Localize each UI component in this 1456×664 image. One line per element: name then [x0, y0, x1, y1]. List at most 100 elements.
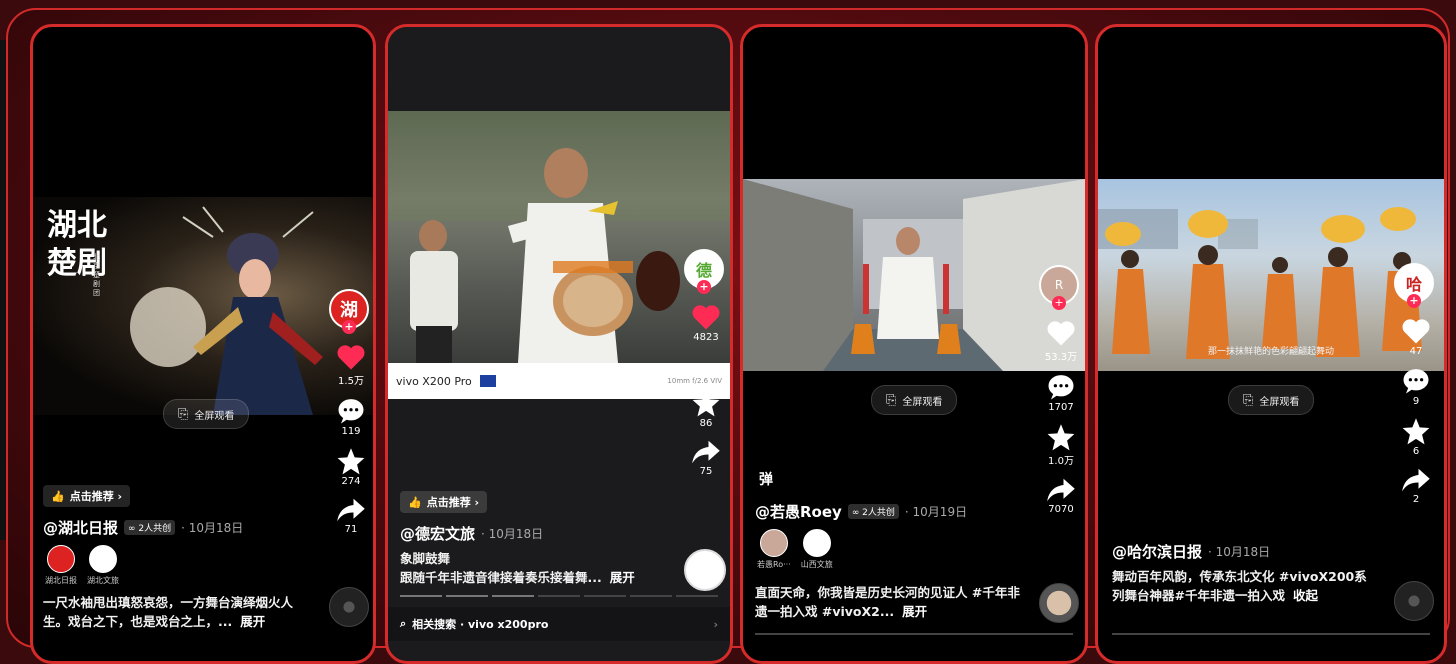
video-caption: 舞动百年风韵，传承东北文化 #vivoX200系列舞台神器#千年非遗一拍入戏 收起 [1112, 567, 1374, 605]
coauthor-item[interactable]: 山西文旅 [801, 529, 833, 570]
share-count: 71 [344, 524, 358, 535]
related-search-bar[interactable]: ⌕ 相关搜索 · vivo x200pro › [388, 607, 730, 641]
author-avatar[interactable]: 哈 + [1394, 263, 1434, 308]
thumbs-up-icon: 👍 [408, 495, 422, 509]
progress-bar[interactable] [755, 633, 1073, 635]
coauthor-item[interactable]: 若愚Ro··· [757, 529, 791, 570]
author-name[interactable]: @哈尔滨日报 [1112, 541, 1202, 562]
music-disc-icon[interactable] [1039, 583, 1079, 623]
video-frame[interactable] [743, 179, 1085, 371]
like-count: 47 [1409, 346, 1423, 357]
share-button[interactable]: 75 [684, 439, 728, 477]
rotate-screen-icon: ⎘ [178, 406, 189, 422]
fullscreen-label: 全屏观看 [194, 410, 235, 422]
progress-bar[interactable] [1112, 633, 1430, 635]
author-name[interactable]: @若愚Roey [755, 501, 842, 522]
video-title-small: 北京楚剧团 [93, 253, 100, 297]
banner-brand: vivo X200 Pro [396, 375, 496, 388]
author-name[interactable]: @湖北日报 [43, 517, 118, 538]
comment-button[interactable]: 27 [684, 367, 728, 379]
coauthor-badge[interactable]: ∞ 2人共创 [124, 520, 176, 535]
video-subtitle: 那一抹抹鲜艳的色彩翩翩起舞动 [1207, 347, 1334, 357]
comment-button[interactable]: 9 [1394, 367, 1438, 407]
recommend-button[interactable]: 👍 点击推荐 › [43, 485, 131, 507]
share-arrow-icon [692, 440, 720, 464]
share-button[interactable]: 7070 [1039, 477, 1083, 515]
coauthor-name: 山西文旅 [800, 560, 833, 569]
rotate-screen-icon: ⎘ [886, 392, 897, 408]
follow-plus-icon[interactable]: + [697, 280, 711, 294]
like-button[interactable]: 53.3万 [1039, 319, 1083, 363]
like-button[interactable]: 4823 [684, 303, 728, 343]
collapse-link[interactable]: 收起 [1293, 588, 1318, 603]
recommend-label: 点击推荐 › [69, 490, 123, 503]
caption-line-2: 跟随千年非遗音律接着奏乐接着舞... [400, 570, 602, 585]
action-rail: 湖 + 1.5万 119 274 71 [329, 289, 373, 545]
avatar-glyph: 德 [695, 261, 712, 280]
fullscreen-button[interactable]: ⎘ 全屏观看 [1228, 385, 1315, 415]
danmaku-toggle-icon[interactable]: 弹 [759, 469, 773, 489]
video-frame[interactable] [388, 111, 730, 363]
rotate-screen-icon: ⎘ [1243, 392, 1254, 408]
author-row: @湖北日报 ∞ 2人共创 · 10月18日 [43, 517, 243, 538]
coauthor-item[interactable]: 湖北日报 [45, 545, 77, 586]
like-button[interactable]: 1.5万 [329, 343, 373, 387]
recommend-button[interactable]: 👍 点击推荐 › [400, 491, 488, 513]
favorite-button[interactable]: 86 [684, 389, 728, 429]
phone-screen-3: R + 53.3万 1707 1.0万 7070 ⎘ 全屏观看 弹 @若愚Roe… [740, 24, 1088, 664]
comment-button[interactable]: 119 [329, 397, 373, 437]
coauthor-item[interactable]: 湖北文旅 [87, 545, 119, 586]
video-frame[interactable]: 湖北楚剧 北京楚剧团 [33, 197, 373, 415]
favorite-button[interactable]: 1.0万 [1039, 423, 1083, 467]
share-button[interactable]: 2 [1394, 467, 1438, 505]
coauthor-badge[interactable]: ∞ 2人共创 [847, 504, 899, 519]
video-caption: 直面天命，你我皆是历史长河的见证人 #千年非遗一拍入戏 #vivoX2... 展开 [755, 583, 1025, 621]
author-row: @德宏文旅 · 10月18日 [400, 523, 543, 544]
post-date: · 10月18日 [1208, 545, 1271, 559]
music-disc-icon[interactable] [684, 549, 726, 591]
comment-count: 119 [341, 426, 361, 437]
follow-plus-icon[interactable]: + [1407, 294, 1421, 308]
phone-screen-2: vivo X200 Pro 10mm f/2.6 VIV 德 + 4823 27… [385, 24, 733, 664]
avatar-glyph: 哈 [1405, 275, 1422, 294]
author-row: @若愚Roey ∞ 2人共创 · 10月19日 [755, 501, 967, 522]
post-date: · 10月19日 [904, 505, 968, 519]
comment-button[interactable]: 1707 [1039, 373, 1083, 413]
comment-icon [1048, 375, 1074, 400]
favorite-button[interactable]: 6 [1394, 417, 1438, 457]
comment-count: 27 [699, 368, 713, 379]
thumbs-up-icon: 👍 [51, 489, 65, 503]
action-rail: 德 + 4823 27 86 75 [684, 249, 728, 487]
post-date: · 10月18日 [181, 521, 244, 535]
coauthor-list: 湖北日报 湖北文旅 [45, 545, 119, 586]
expand-link[interactable]: 展开 [902, 604, 927, 619]
star-icon [1402, 418, 1430, 445]
author-avatar[interactable]: R + [1039, 265, 1079, 310]
music-disc-icon[interactable] [1394, 581, 1434, 621]
caption-text: 舞动百年风韵，传承东北文化 #vivoX200系列舞台神器#千年非遗一拍入戏 [1112, 569, 1367, 603]
share-arrow-icon [1402, 468, 1430, 492]
video-frame[interactable]: 那一抹抹鲜艳的色彩翩翩起舞动 [1098, 179, 1444, 371]
author-name[interactable]: @德宏文旅 [400, 523, 475, 544]
heart-icon [692, 305, 720, 330]
follow-plus-icon[interactable]: + [1052, 296, 1066, 310]
camera-watermark-banner: vivo X200 Pro 10mm f/2.6 VIV [388, 363, 730, 399]
favorite-button[interactable]: 274 [329, 447, 373, 487]
coauthor-name: 若愚Ro··· [757, 560, 791, 569]
post-date: · 10月18日 [481, 527, 544, 541]
author-avatar[interactable]: 德 + [684, 249, 724, 294]
music-disc-icon[interactable] [329, 587, 369, 627]
star-icon [1047, 424, 1075, 451]
follow-plus-icon[interactable]: + [342, 320, 356, 334]
share-count: 7070 [1048, 504, 1074, 515]
fullscreen-button[interactable]: ⎘ 全屏观看 [163, 399, 250, 429]
action-rail: 哈 + 47 9 6 2 [1394, 263, 1438, 515]
expand-link[interactable]: 展开 [610, 570, 635, 585]
author-avatar[interactable]: 湖 + [329, 289, 369, 334]
fullscreen-button[interactable]: ⎘ 全屏观看 [871, 385, 958, 415]
expand-link[interactable]: 展开 [240, 614, 265, 629]
share-button[interactable]: 71 [329, 497, 373, 535]
coauthor-avatar [759, 529, 788, 557]
alley-performer-image [743, 179, 1085, 371]
like-button[interactable]: 47 [1394, 317, 1438, 357]
